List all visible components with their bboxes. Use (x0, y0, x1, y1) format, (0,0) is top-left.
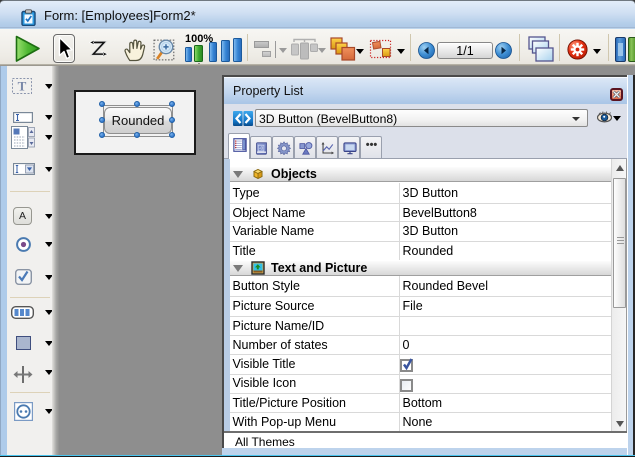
svg-text:T: T (18, 79, 27, 94)
svg-text:-0: -0 (259, 145, 264, 151)
